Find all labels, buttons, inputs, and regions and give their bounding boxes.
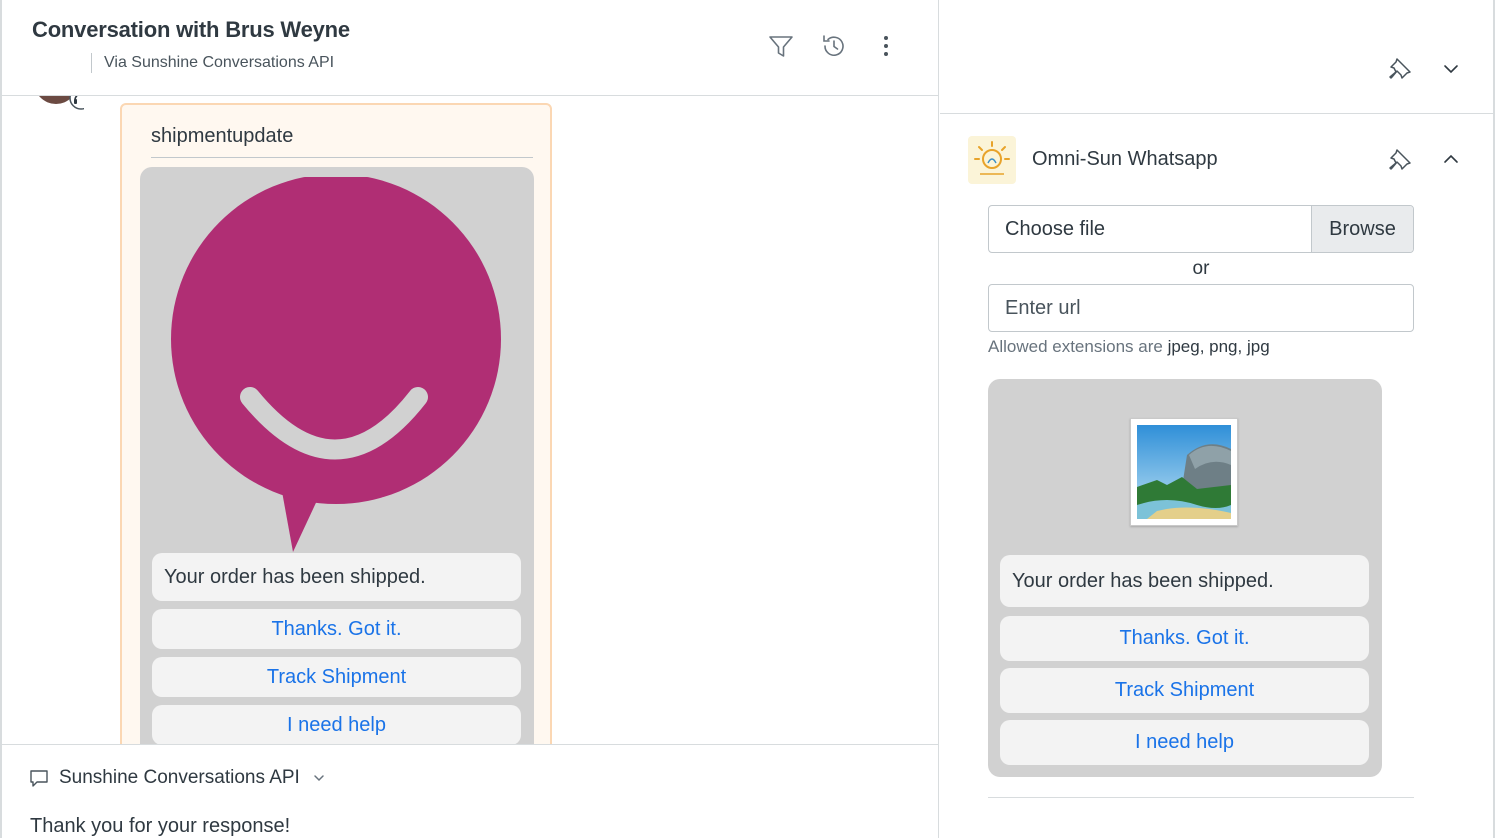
conversation-title: Conversation with Brus Weyne: [32, 17, 350, 42]
reply-text[interactable]: Thank you for your response!: [30, 815, 290, 838]
preview-button-help[interactable]: I need help: [1000, 720, 1369, 765]
browse-button[interactable]: Browse: [1311, 206, 1413, 252]
whatsapp-template-card: Your order has been shipped. Thanks. Got…: [140, 167, 534, 744]
history-icon[interactable]: [820, 32, 848, 60]
sun-logo-icon: [974, 141, 1010, 175]
channel-selector[interactable]: Sunshine Conversations API: [28, 767, 328, 789]
preview-button-track-shipment[interactable]: Track Shipment: [1000, 668, 1369, 713]
pin-icon[interactable]: [1386, 55, 1414, 83]
chat-bubble-icon: [30, 770, 48, 787]
message-thread[interactable]: shipmentupdate Your order has been shipp…: [2, 96, 938, 744]
divider: [988, 797, 1414, 798]
message-bubble: shipmentupdate Your order has been shipp…: [120, 103, 552, 744]
message-body-text: Your order has been shipped.: [164, 566, 426, 588]
divider: [151, 157, 533, 158]
preview-body: Your order has been shipped.: [1000, 555, 1369, 607]
message-body: Your order has been shipped.: [152, 553, 521, 601]
template-name: shipmentupdate: [151, 125, 294, 147]
apps-pane: Omni-Sun Whatsapp Choose file Browse or …: [940, 0, 1495, 838]
app-name: Omni-Sun Whatsapp: [1032, 148, 1218, 170]
preview-button-thanks[interactable]: Thanks. Got it.: [1000, 616, 1369, 661]
or-separator: or: [1192, 258, 1210, 279]
quick-reply-thanks[interactable]: Thanks. Got it.: [152, 609, 521, 649]
file-upload-field: Choose file Browse: [988, 205, 1414, 253]
channel-label: Sunshine Conversations API: [59, 767, 300, 788]
conversation-header: Conversation with Brus Weyne Via Sunshin…: [2, 0, 938, 96]
composer: Sunshine Conversations API Thank you for…: [2, 744, 938, 838]
omni-sun-logo: [968, 136, 1016, 184]
allowed-extensions-hint: Allowed extensions are jpeg, png, jpg: [988, 337, 1270, 357]
conversation-pane: Conversation with Brus Weyne Via Sunshin…: [0, 0, 939, 838]
template-preview-card: Your order has been shipped. Thanks. Got…: [988, 379, 1382, 777]
smooch-logo-icon: [171, 177, 501, 552]
collapsed-app-section: [940, 0, 1493, 114]
hint-extensions: jpeg, png, jpg: [1167, 337, 1270, 356]
hint-prefix: Allowed extensions are: [988, 337, 1163, 356]
agent-avatar: [32, 96, 93, 120]
pin-icon[interactable]: [1386, 146, 1414, 174]
conversation-subtitle: Via Sunshine Conversations API: [91, 53, 334, 73]
choose-file-input[interactable]: Choose file: [989, 206, 1311, 252]
image-placeholder[interactable]: [1130, 418, 1238, 526]
chevron-up-icon[interactable]: [1440, 148, 1462, 170]
quick-reply-track-shipment[interactable]: Track Shipment: [152, 657, 521, 697]
image-placeholder-icon: [1137, 425, 1231, 519]
chevron-down-icon: [314, 775, 324, 782]
filter-icon[interactable]: [767, 32, 795, 60]
url-input[interactable]: [988, 284, 1414, 332]
quick-reply-help[interactable]: I need help: [152, 705, 521, 744]
preview-body-text: Your order has been shipped.: [1012, 570, 1274, 592]
more-options-icon[interactable]: [872, 32, 900, 60]
chevron-down-icon[interactable]: [1440, 58, 1462, 80]
